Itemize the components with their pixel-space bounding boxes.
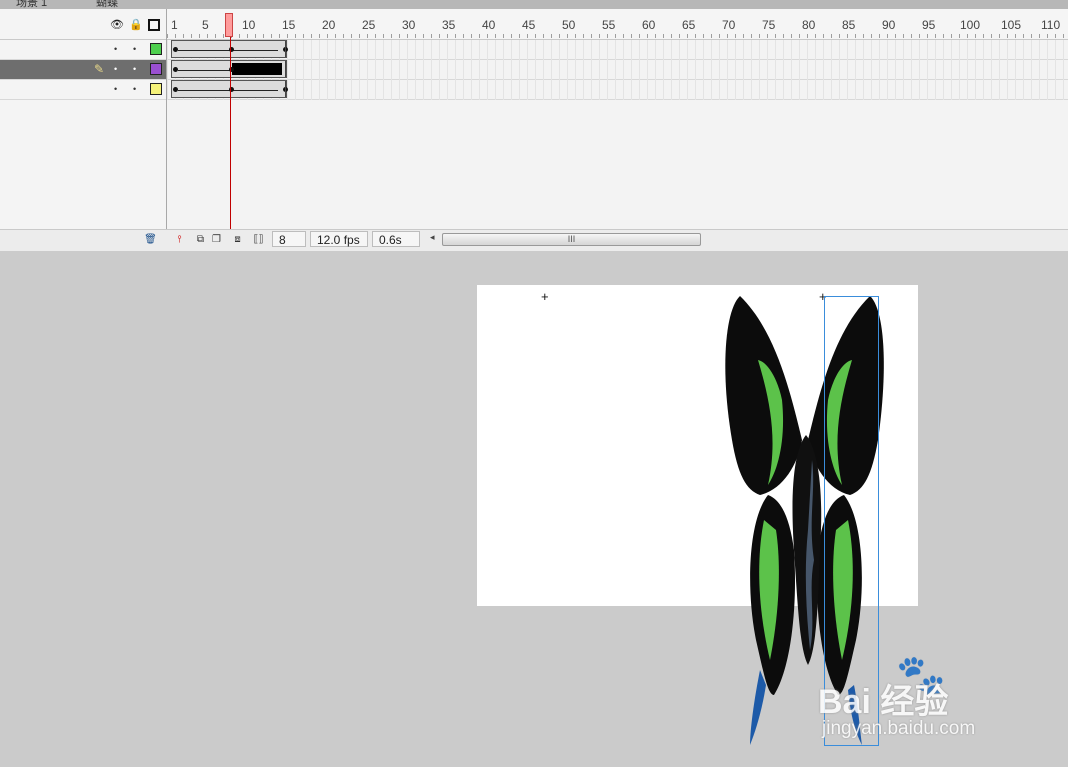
ruler-tick: 15: [282, 18, 296, 32]
baidu-watermark: 🐾 Bai 经验 jingyan.baidu.com: [818, 650, 1018, 750]
left-forewing: [725, 296, 802, 495]
watermark-brand: Bai 经验: [818, 683, 949, 721]
pencil-icon: ✎: [94, 62, 105, 76]
layer-row-selected[interactable]: ✎ • •: [0, 60, 166, 80]
visibility-dot[interactable]: •: [114, 64, 117, 74]
span-end: [285, 41, 286, 57]
timeline-panel: 👁 🔒 • • ✎ • • • • 1 5 10 15 20 25 30 35 …: [0, 9, 1068, 251]
ruler-tick: 60: [642, 18, 656, 32]
tween-arrow-line: [178, 90, 278, 91]
layer-color-swatch[interactable]: [150, 83, 162, 95]
ruler-tick: 80: [802, 18, 816, 32]
lock-dot[interactable]: •: [133, 44, 136, 54]
center-frame-icon[interactable]: ⫯: [173, 233, 186, 246]
ruler-tick: 90: [882, 18, 896, 32]
tween-arrow-line: [178, 50, 278, 51]
left-hindwing: [750, 495, 796, 745]
scene-breadcrumb-strip: 场景 1 蝴蝶: [0, 0, 1068, 9]
ruler-tick: 50: [562, 18, 576, 32]
ruler-tick: 85: [842, 18, 856, 32]
frame-grid[interactable]: [167, 40, 1068, 100]
motion-tween-span[interactable]: [171, 80, 288, 98]
ruler-tick: 10: [242, 18, 256, 32]
ruler-tick: 30: [402, 18, 416, 32]
eye-icon[interactable]: 👁: [110, 18, 124, 32]
keyframe-dot[interactable]: [173, 67, 178, 72]
trash-icon[interactable]: 🗑: [144, 233, 157, 246]
frame-rate-field[interactable]: 12.0 fps: [310, 231, 368, 247]
ruler-tick: 40: [482, 18, 496, 32]
ruler-tick: 65: [682, 18, 696, 32]
timeline-status-bar: 🗑 ⫯ ⧉ ❐ ⧈ ⟦⟧ 8 12.0 fps 0.6s ◂ III: [0, 229, 1068, 251]
ruler-tick: 5: [202, 18, 209, 32]
elapsed-time-field: 0.6s: [372, 231, 420, 247]
ruler-tick: 35: [442, 18, 456, 32]
layer-list: 👁 🔒 • • ✎ • • • •: [0, 9, 167, 250]
modify-onion-markers-icon[interactable]: ⟦⟧: [252, 233, 265, 246]
span-end: [285, 81, 286, 97]
frame-ruler[interactable]: 1 5 10 15 20 25 30 35 40 45 50 55 60 65 …: [167, 9, 1068, 40]
ruler-tick: 110: [1041, 18, 1061, 32]
motion-tween-span[interactable]: [171, 40, 288, 58]
keyframe-dot[interactable]: [173, 87, 178, 92]
symbol-tab[interactable]: 蝴蝶: [96, 0, 118, 9]
ruler-tick: 20: [322, 18, 336, 32]
edit-multiple-frames-icon[interactable]: ⧈: [231, 233, 244, 246]
selected-frames[interactable]: [232, 63, 282, 75]
scene-tab[interactable]: 场景 1: [16, 0, 47, 9]
scroll-grip[interactable]: III: [568, 234, 576, 244]
ruler-tick: 75: [762, 18, 776, 32]
ruler-tick: 105: [1001, 18, 1022, 32]
layer-header: 👁 🔒: [0, 9, 166, 40]
layer-row[interactable]: • •: [0, 80, 166, 100]
layer-color-swatch[interactable]: [150, 43, 162, 55]
motion-tween-span[interactable]: [171, 60, 287, 78]
ruler-tick: 55: [602, 18, 616, 32]
playhead-line: [230, 37, 231, 229]
ruler-tick: 95: [922, 18, 936, 32]
ruler-tick: 45: [522, 18, 536, 32]
ruler-tick: 70: [722, 18, 736, 32]
frames-area[interactable]: 1 5 10 15 20 25 30 35 40 45 50 55 60 65 …: [167, 9, 1068, 250]
ruler-tick: 1: [171, 18, 178, 32]
visibility-dot[interactable]: •: [114, 84, 117, 94]
current-frame-field[interactable]: 8: [272, 231, 306, 247]
onion-skin-outlines-icon[interactable]: ❐: [210, 233, 223, 246]
outline-square-icon[interactable]: [148, 19, 160, 31]
scroll-left-arrow[interactable]: ◂: [430, 232, 435, 243]
ruler-tick: 100: [960, 18, 981, 32]
horizontal-scrollbar[interactable]: III: [442, 233, 701, 246]
keyframe-dot[interactable]: [173, 47, 178, 52]
butterfly-body: [792, 435, 822, 665]
visibility-dot[interactable]: •: [114, 44, 117, 54]
watermark-url: jingyan.baidu.com: [822, 718, 976, 739]
layer-color-swatch[interactable]: [150, 63, 162, 75]
ruler-tick: 25: [362, 18, 376, 32]
onion-skin-icon[interactable]: ⧉: [194, 233, 207, 246]
lock-dot[interactable]: •: [133, 64, 136, 74]
lock-icon[interactable]: 🔒: [129, 18, 143, 32]
span-end: [285, 61, 286, 77]
lock-dot[interactable]: •: [133, 84, 136, 94]
layer-row[interactable]: • •: [0, 40, 166, 60]
registration-crosshair: +: [541, 289, 549, 304]
playhead[interactable]: [225, 13, 233, 37]
